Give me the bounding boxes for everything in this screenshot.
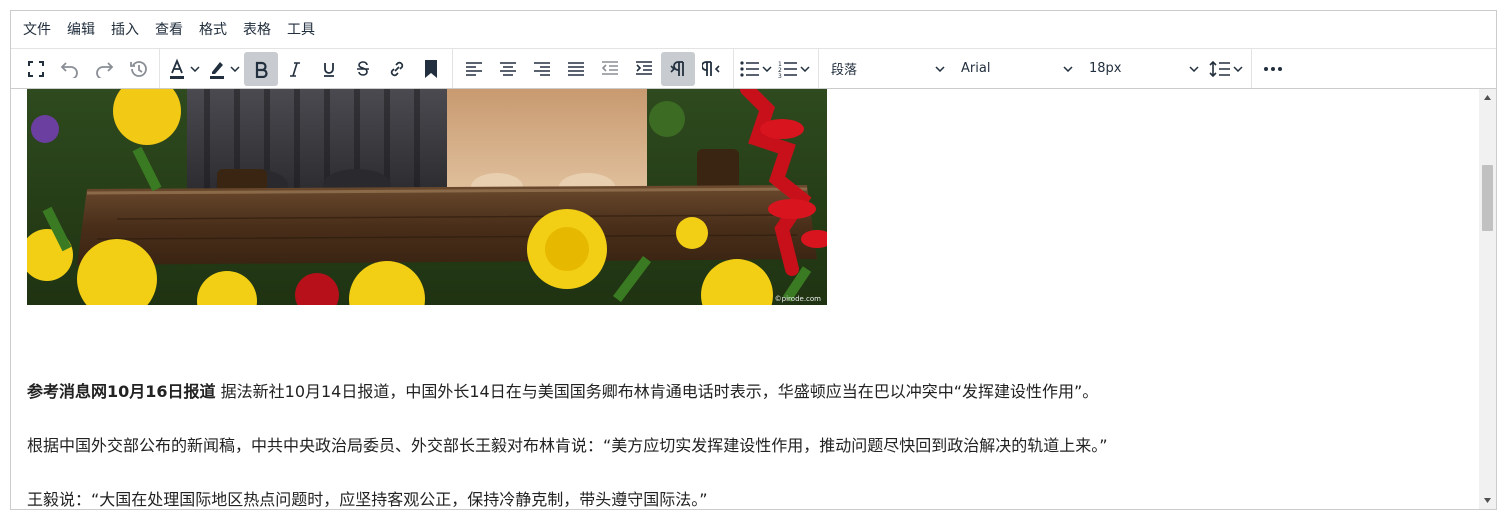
menu-file[interactable]: 文件 — [15, 16, 59, 44]
paragraph-3[interactable]: 王毅说：“大国在处理国际地区热点问题时，应坚持客观公正，保持冷静克制，带头遵守国… — [27, 486, 708, 509]
toolbar-group-more — [1252, 49, 1294, 88]
restore-draft-button[interactable] — [121, 52, 155, 86]
redo-icon — [96, 61, 114, 78]
scrollbar-thumb[interactable] — [1482, 165, 1493, 231]
undo-button[interactable] — [53, 52, 87, 86]
align-center-icon — [500, 61, 516, 76]
block-format-select[interactable]: 段落 — [823, 52, 953, 86]
font-size-select[interactable]: 18px — [1081, 52, 1207, 86]
bookmark-icon — [425, 59, 437, 78]
text-color-button[interactable] — [164, 52, 204, 86]
more-button[interactable] — [1256, 52, 1290, 86]
align-right-icon — [534, 61, 550, 76]
kittens-photo[interactable]: ©pirode.com — [27, 89, 827, 305]
highlighter-icon — [210, 61, 224, 79]
anchor-button[interactable] — [414, 52, 448, 86]
link-icon — [390, 61, 404, 76]
menubar: 文件 编辑 插入 查看 格式 表格 工具 — [11, 11, 1496, 49]
chevron-down-icon[interactable] — [798, 52, 812, 86]
bold-icon — [255, 61, 268, 78]
text-color-icon — [170, 58, 184, 79]
line-height-icon — [1209, 60, 1230, 77]
rich-text-editor: 文件 编辑 插入 查看 格式 表格 工具 1 2 3 段落 Arial 18px… — [10, 10, 1497, 510]
highlight-color-button[interactable] — [204, 52, 244, 86]
italic-button[interactable] — [278, 52, 312, 86]
chevron-down-icon[interactable] — [188, 52, 202, 86]
scroll-down-arrow-icon[interactable] — [1479, 492, 1496, 509]
menu-format[interactable]: 格式 — [191, 16, 235, 44]
ltr-button[interactable] — [661, 51, 695, 86]
strikethrough-icon — [357, 60, 369, 76]
fullscreen-icon — [28, 60, 44, 77]
toolbar-group-lists: 123 — [734, 49, 819, 88]
chevron-down-icon — [935, 65, 945, 72]
outdent-icon — [601, 60, 618, 75]
toolbar-group-format — [160, 49, 453, 88]
rtl-icon — [702, 60, 720, 76]
align-right-button[interactable] — [525, 52, 559, 86]
svg-text:3: 3 — [778, 73, 782, 78]
chevron-down-icon — [1189, 65, 1199, 72]
link-button[interactable] — [380, 52, 414, 86]
more-horizontal-icon — [1264, 66, 1282, 71]
toolbar-group-align — [453, 49, 734, 88]
outdent-button[interactable] — [593, 52, 627, 86]
undo-icon — [60, 61, 78, 78]
photo-watermark: ©pirode.com — [774, 295, 821, 303]
bullet-list-icon — [740, 60, 759, 77]
bold-button[interactable] — [244, 51, 278, 86]
chevron-down-icon — [1063, 65, 1073, 72]
rtl-button[interactable] — [695, 52, 729, 86]
indent-button[interactable] — [627, 52, 661, 86]
chevron-down-icon[interactable] — [760, 52, 774, 86]
kittens-photo-graphic — [27, 89, 827, 305]
scroll-up-arrow-icon[interactable] — [1479, 89, 1496, 106]
fullscreen-button[interactable] — [19, 52, 53, 86]
menu-table[interactable]: 表格 — [235, 16, 279, 44]
redo-button[interactable] — [87, 52, 121, 86]
numbered-list-button[interactable]: 123 — [776, 52, 814, 86]
ltr-icon — [670, 60, 684, 76]
paragraph-1[interactable]: 参考消息网10月16日报道 据法新社10月14日报道，中国外长14日在与美国国务… — [27, 378, 1098, 402]
justify-icon — [568, 61, 584, 76]
underline-button[interactable] — [312, 52, 346, 86]
chevron-down-icon[interactable] — [1231, 52, 1245, 86]
paragraph-2[interactable]: 根据中国外交部公布的新闻稿，中共中央政治局委员、外交部长王毅对布林肯说：“美方应… — [27, 432, 1108, 456]
paragraph-1-text: 据法新社10月14日报道，中国外长14日在与美国国务卿布林肯通电话时表示，华盛顿… — [215, 382, 1099, 401]
history-icon — [130, 60, 147, 77]
toolbar-group-history — [15, 49, 160, 88]
align-center-button[interactable] — [491, 52, 525, 86]
numbered-list-icon: 123 — [778, 61, 797, 78]
font-family-value: Arial — [961, 61, 991, 76]
block-format-value: 段落 — [831, 63, 858, 78]
italic-icon — [290, 61, 300, 77]
bullet-list-button[interactable] — [738, 52, 776, 86]
vertical-scrollbar[interactable] — [1479, 89, 1496, 509]
paragraph-1-lead: 参考消息网10月16日报道 — [27, 382, 216, 401]
menu-insert[interactable]: 插入 — [103, 16, 147, 44]
line-height-button[interactable] — [1207, 52, 1247, 86]
indent-icon — [636, 60, 652, 75]
toolbar: 123 段落 Arial 18px — [11, 49, 1496, 89]
font-family-select[interactable]: Arial — [953, 52, 1081, 86]
justify-button[interactable] — [559, 52, 593, 86]
menu-tools[interactable]: 工具 — [279, 16, 323, 44]
toolbar-group-styles: 段落 Arial 18px — [819, 49, 1252, 88]
strikethrough-button[interactable] — [346, 52, 380, 86]
underline-icon — [324, 62, 334, 77]
align-left-icon — [466, 61, 482, 76]
menu-edit[interactable]: 编辑 — [59, 16, 103, 44]
editor-content[interactable]: ©pirode.com 参考消息网10月16日报道 据法新社10月14日报道，中… — [11, 89, 1479, 509]
font-size-value: 18px — [1089, 61, 1122, 76]
align-left-button[interactable] — [457, 52, 491, 86]
chevron-down-icon[interactable] — [228, 52, 242, 86]
menu-view[interactable]: 查看 — [147, 16, 191, 44]
